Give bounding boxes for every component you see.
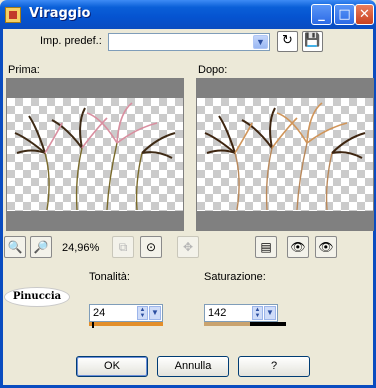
save-preset-button[interactable]: 💾	[302, 31, 323, 52]
fit-button[interactable]: ⧉	[112, 236, 134, 258]
before-flower-image	[14, 102, 176, 211]
hue-label: Tonalità:	[89, 271, 130, 283]
saturation-dropdown-arrow-icon[interactable]: ▼	[264, 306, 276, 320]
dropdown-arrow-icon[interactable]: ▼	[253, 35, 268, 49]
presets-label: Imp. predef.:	[40, 35, 102, 47]
zoom-in-icon: 🔎	[33, 240, 49, 254]
hue-slider-track[interactable]	[89, 322, 163, 326]
after-flower-image	[204, 102, 366, 211]
presets-combo[interactable]: ▼	[108, 33, 270, 51]
save-icon: 💾	[304, 33, 321, 48]
saturation-spinbox[interactable]: 142 ▲ ▼ ▼	[204, 304, 278, 322]
eye-lock-icon: 👁	[290, 240, 306, 254]
saturation-value: 142	[208, 307, 227, 319]
saturation-slider-fill	[204, 322, 250, 326]
compare-button[interactable]: ▤	[255, 236, 277, 258]
title-bar: Viraggio _ □ ✕	[0, 0, 376, 29]
close-button[interactable]: ✕	[355, 4, 374, 25]
before-preview[interactable]	[6, 78, 184, 231]
zoom-level: 24,96%	[62, 242, 100, 254]
zoom-100-icon: ⊙	[145, 240, 157, 254]
zoom-100-button[interactable]: ⊙	[140, 236, 162, 258]
auto-preview-button[interactable]: 👁	[287, 236, 309, 258]
cancel-button[interactable]: Annulla	[157, 356, 229, 377]
window-title: Viraggio	[29, 6, 91, 21]
minimize-button[interactable]: _	[311, 4, 332, 25]
zoom-in-button[interactable]: 🔎	[30, 236, 52, 258]
reset-icon: ↻	[282, 33, 293, 48]
ok-button[interactable]: OK	[76, 356, 148, 377]
help-button[interactable]: ?	[238, 356, 310, 377]
before-label: Prima:	[8, 64, 40, 76]
pinuccia-logo: Pinuccia	[4, 287, 70, 307]
pan-button[interactable]: ✥	[177, 236, 199, 258]
saturation-stepper[interactable]: ▲ ▼	[252, 306, 263, 320]
eye-icon: 👁	[318, 240, 334, 254]
app-icon[interactable]	[5, 7, 21, 23]
zoom-out-button[interactable]: 🔍	[4, 236, 26, 258]
compare-icon: ▤	[260, 240, 272, 254]
maximize-button[interactable]: □	[334, 4, 355, 25]
hue-stepper[interactable]: ▲ ▼	[137, 306, 148, 320]
preview-button[interactable]: 👁	[315, 236, 337, 258]
hue-dropdown-arrow-icon[interactable]: ▼	[149, 306, 161, 320]
zoom-out-icon: 🔍	[7, 240, 23, 254]
pan-icon: ✥	[182, 240, 194, 254]
hue-slider-marker[interactable]	[92, 322, 94, 328]
fit-icon: ⧉	[118, 240, 128, 254]
saturation-label: Saturazione:	[204, 271, 266, 283]
reset-button[interactable]: ↻	[277, 31, 298, 52]
hue-spinbox[interactable]: 24 ▲ ▼ ▼	[89, 304, 163, 322]
after-label: Dopo:	[198, 64, 228, 76]
after-preview[interactable]	[196, 78, 374, 231]
hue-value: 24	[93, 307, 106, 319]
